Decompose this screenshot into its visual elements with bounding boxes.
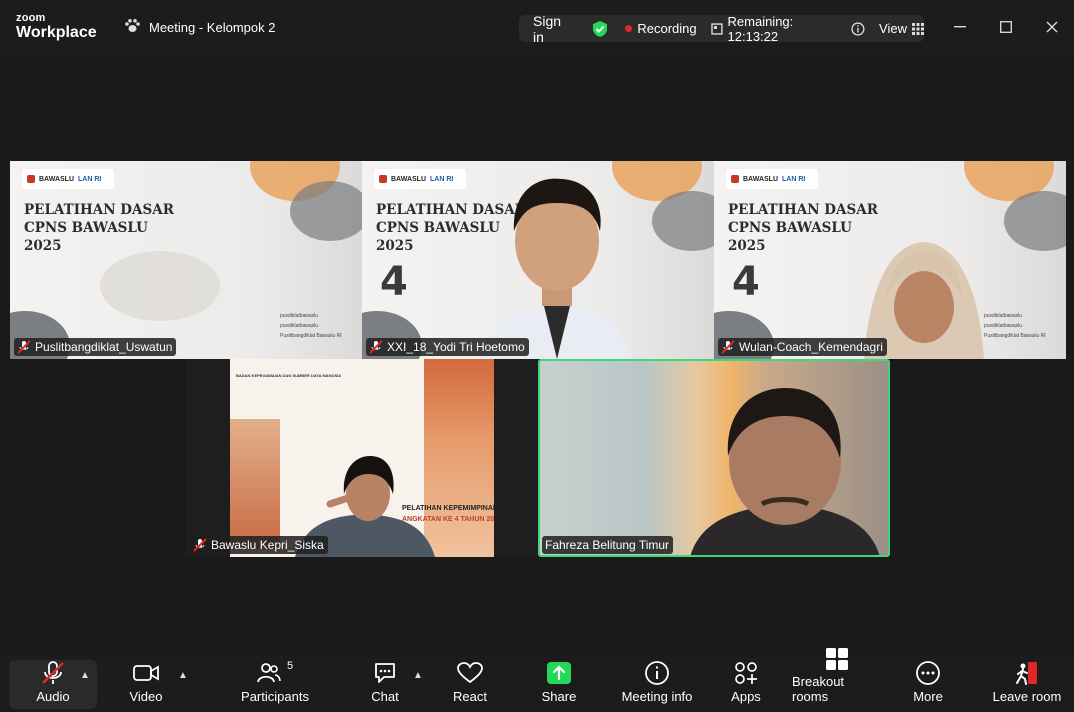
participant-name-bar: Bawaslu Kepri_Siska — [190, 536, 328, 554]
more-label: More — [913, 689, 943, 704]
maximize-icon[interactable] — [996, 17, 1016, 37]
title-bar: zoom Workplace Meeting - Kelompok 2 Sign… — [0, 0, 1074, 54]
recording-indicator[interactable]: Recording — [625, 21, 697, 36]
timer-grid-icon — [710, 22, 723, 35]
participant-name-bar: Fahreza Belitung Timur — [542, 536, 674, 554]
zoom-workplace-logo: zoom Workplace — [16, 13, 97, 41]
slide-decoration — [290, 181, 362, 241]
apps-icon — [734, 660, 758, 686]
remaining-label: Remaining: 12:13:22 — [727, 13, 794, 44]
siska-video-content: BADAN KEPEGAWAIAN DAN SUMBER DAYA MANUSI… — [230, 359, 494, 557]
video-tile-uswatun[interactable]: BAWASLU LAN RI PELATIHAN DASAR CPNS BAWAS… — [10, 161, 362, 359]
breakout-rooms-button[interactable]: Breakout rooms — [792, 648, 882, 708]
participant-name: Bawaslu Kepri_Siska — [211, 538, 324, 552]
minimize-icon[interactable] — [950, 17, 970, 37]
info-icon[interactable] — [851, 21, 865, 36]
participants-button[interactable]: 5 Participants — [240, 660, 310, 708]
muted-mic-icon — [193, 538, 207, 552]
slide-header: BADAN KEPEGAWAIAN DAN SUMBER DAYA MANUSI… — [236, 373, 342, 378]
status-group: Sign in Recording Remaining: 12:13:22 Vi… — [519, 13, 924, 45]
recording-label: Recording — [637, 21, 697, 36]
meeting-info-button[interactable]: Meeting info — [620, 660, 694, 708]
view-label: View — [879, 21, 907, 36]
share-button[interactable]: Share — [539, 660, 579, 708]
participant-name: Fahreza Belitung Timur — [545, 538, 670, 552]
slide-social-list: pusdiklatbawaslu pusdiklatbawaslu Puslit… — [280, 313, 342, 339]
paw-icon — [124, 18, 141, 36]
muted-mic-icon — [17, 340, 31, 354]
info-icon — [644, 660, 670, 686]
slide-brand-logo: BAWASLU LAN RI — [726, 169, 818, 189]
audio-options-caret-icon[interactable]: ▲ — [80, 670, 90, 681]
breakout-rooms-icon — [825, 647, 849, 671]
video-tile-siska[interactable]: BADAN KEPEGAWAIAN DAN SUMBER DAYA MANUSI… — [186, 359, 538, 557]
brand-line-1: zoom — [16, 12, 46, 24]
slide-social-list: pusdiklatbawaslu pusdiklatbawaslu Puslit… — [984, 313, 1046, 339]
participant-name: Puslitbangdiklat_Uswatun — [35, 340, 173, 354]
chat-bubble-icon — [373, 660, 397, 686]
share-label: Share — [541, 689, 577, 704]
participant-video-figure — [482, 178, 632, 359]
video-camera-icon — [133, 660, 159, 686]
participants-icon: 5 — [257, 660, 293, 686]
slide-decoration — [1004, 191, 1066, 251]
slide-background: BAWASLU LAN RI PELATIHAN DASAR CPNS BAWAS… — [10, 161, 362, 359]
slide-title: PELATIHAN DASAR CPNS BAWASLU 2025 — [728, 202, 878, 254]
leave-room-label: Leave room — [992, 689, 1062, 704]
participant-video-figure — [690, 388, 880, 555]
video-tile-yodi[interactable]: BAWASLU LAN RI PELATIHAN DASAR CPNS BAWAS… — [362, 161, 714, 359]
apps-button[interactable]: Apps — [726, 660, 766, 708]
react-button[interactable]: React — [450, 660, 490, 708]
view-button[interactable]: View — [879, 21, 924, 36]
chat-button[interactable]: Chat — [366, 660, 404, 708]
brand-line-2: Workplace — [16, 24, 97, 41]
muted-mic-icon — [40, 660, 66, 686]
close-icon[interactable] — [1042, 17, 1062, 37]
react-label: React — [453, 689, 487, 704]
participant-name: Wulan-Coach_Kemendagri — [739, 340, 883, 354]
slide-brand-logo: BAWASLU LAN RI — [22, 169, 114, 189]
video-label: Video — [129, 689, 163, 704]
video-tile-wulan[interactable]: BAWASLU LAN RI PELATIHAN DASAR CPNS BAWAS… — [714, 161, 1066, 359]
slide-decoration — [230, 419, 280, 549]
video-button[interactable]: Video — [126, 660, 166, 708]
angkatan-number: 4 — [380, 259, 408, 305]
meeting-title: Meeting - Kelompok 2 — [124, 18, 275, 36]
audio-button[interactable]: Audio — [30, 660, 76, 708]
audio-label: Audio — [36, 689, 70, 704]
breakout-rooms-label: Breakout rooms — [792, 674, 845, 704]
remaining-time[interactable]: Remaining: 12:13:22 — [710, 13, 865, 44]
slide-title: PELATIHAN DASAR CPNS BAWASLU 2025 — [24, 202, 174, 254]
meeting-info-label: Meeting info — [621, 689, 693, 704]
chat-options-caret-icon[interactable]: ▲ — [413, 670, 423, 681]
share-screen-icon — [546, 660, 572, 686]
participants-label: Participants — [241, 689, 309, 704]
leave-room-button[interactable]: Leave room — [992, 660, 1062, 708]
video-options-caret-icon[interactable]: ▲ — [178, 670, 188, 681]
participants-count: 5 — [286, 660, 294, 672]
sign-in-button[interactable]: Sign in — [533, 13, 575, 45]
participant-name: XXI_18_Yodi Tri Hoetomo — [387, 340, 525, 354]
chat-label: Chat — [371, 689, 399, 704]
muted-mic-icon — [721, 340, 735, 354]
more-dots-icon — [915, 660, 941, 686]
video-tile-fahreza[interactable]: Fahreza Belitung Timur — [538, 359, 890, 557]
angkatan-number: 4 — [732, 259, 760, 305]
meeting-title-text: Meeting - Kelompok 2 — [149, 19, 276, 35]
grid-icon — [912, 22, 924, 35]
heart-icon — [457, 660, 483, 686]
recording-dot-icon — [625, 25, 633, 32]
leave-room-icon — [1014, 660, 1040, 686]
participant-name-bar: XXI_18_Yodi Tri Hoetomo — [366, 338, 529, 356]
slide-decoration — [652, 191, 714, 251]
participant-name-bar: Puslitbangdiklat_Uswatun — [14, 338, 177, 356]
slide-decoration — [100, 251, 220, 321]
participant-name-bar: Wulan-Coach_Kemendagri — [718, 338, 887, 356]
slide-brand-logo: BAWASLU LAN RI — [374, 169, 466, 189]
shield-check-icon[interactable] — [591, 20, 609, 38]
meeting-toolbar: Audio ▲ Video ▲ 5 Participants Chat ▲ Re… — [0, 648, 1074, 712]
apps-label: Apps — [731, 689, 761, 704]
muted-mic-icon — [369, 340, 383, 354]
more-button[interactable]: More — [908, 660, 948, 708]
